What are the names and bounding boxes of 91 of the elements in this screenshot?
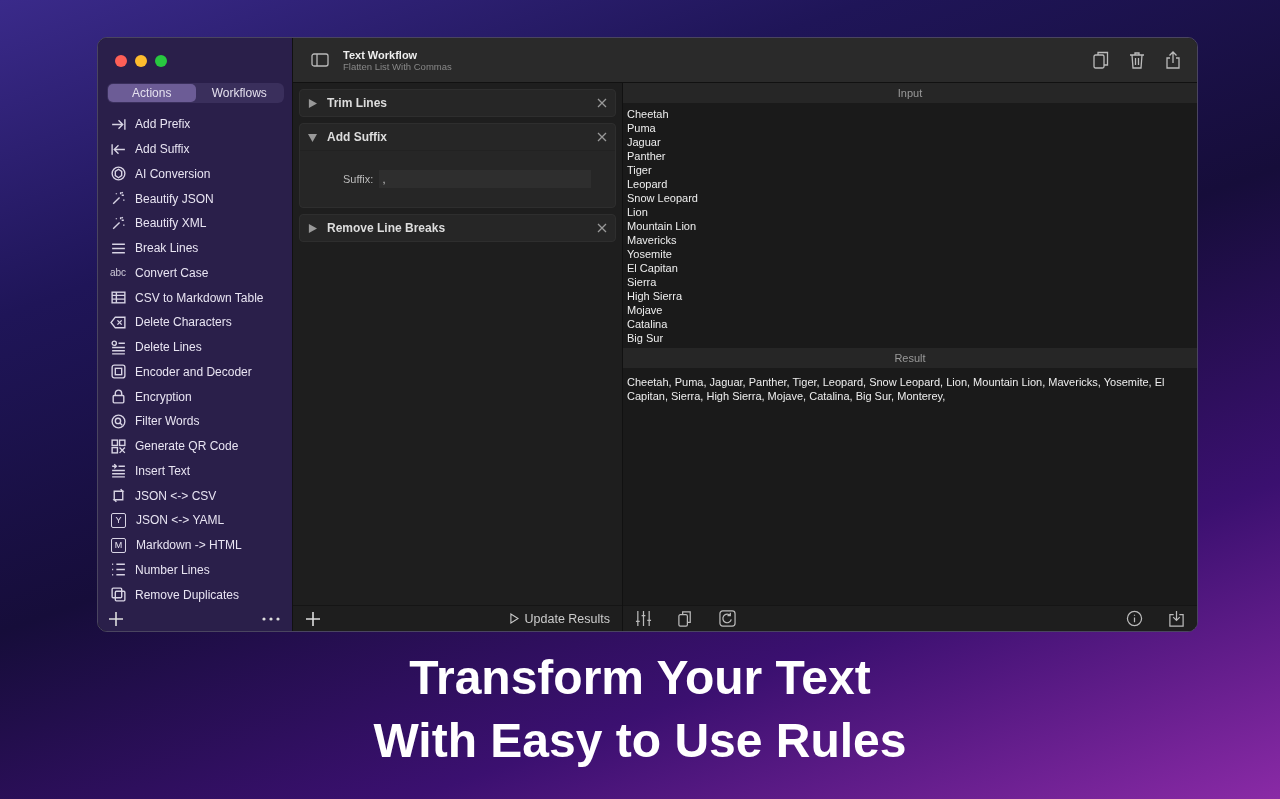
pane-header: Input <box>623 83 1197 103</box>
action-icon <box>110 412 127 430</box>
action-icon <box>110 313 127 331</box>
expanded-triangle-icon[interactable] <box>308 132 317 142</box>
zoom-button[interactable] <box>155 55 167 67</box>
action-icon <box>110 462 127 480</box>
action-item[interactable]: Remove Duplicates <box>98 582 292 607</box>
input-line: Jaguar <box>627 135 662 149</box>
action-item[interactable]: Number Lines <box>98 557 292 583</box>
input-line: Mavericks <box>627 233 678 247</box>
input-line: Lion <box>627 205 649 219</box>
step-title: Add Suffix <box>327 130 388 144</box>
abc-icon: abc <box>110 267 127 279</box>
remove-icon[interactable] <box>597 223 607 233</box>
info-icon[interactable] <box>1126 610 1143 627</box>
action-item[interactable]: JSON <-> CSV <box>98 483 292 508</box>
input-text-area[interactable]: Cheetah Puma Jaguar Panther Tiger Leopard Snow Leopard Lion Mountain Lion Mavericks Yosemite El Capitan Sierra High Sierra Mojave Catalina Big Sur <box>623 103 1197 348</box>
sliders-icon[interactable] <box>635 610 652 627</box>
input-line: Mountain Lion <box>627 219 698 233</box>
action-icon <box>110 437 127 455</box>
input-line: Catalina <box>627 317 669 331</box>
input-line: Snow Leopard <box>627 191 699 205</box>
action-icon <box>110 289 127 307</box>
action-item[interactable]: Beautify JSON <box>98 186 292 211</box>
share-icon[interactable] <box>1165 51 1181 69</box>
action-item[interactable]: Add Prefix <box>98 112 292 137</box>
letter-box-icon: M <box>111 537 126 553</box>
play-icon <box>509 613 519 624</box>
action-item[interactable]: CSV to Markdown Table <box>98 285 292 310</box>
close-button[interactable] <box>115 55 127 67</box>
input-line: High Sierra <box>627 289 684 303</box>
step-title: Trim Lines <box>327 96 389 110</box>
action-item[interactable]: Beautify XML <box>98 211 292 236</box>
download-icon[interactable] <box>1168 610 1185 627</box>
trash-icon[interactable] <box>1129 51 1145 69</box>
result-text: Cheetah, Puma, Jaguar, Panther, Tiger, Leopard, Snow Leopard, Lion, Mountain Lion, Mavericks, Yosemite, El Capitan, Sierra, High Sierra, Mojave, Catalina, Big Sur, Monterey, <box>627 375 1166 403</box>
action-item[interactable]: Y JSON <-> YAML <box>98 508 292 533</box>
input-line: El Capitan <box>627 261 679 275</box>
input-line: Mojave <box>627 303 664 317</box>
suffix-field[interactable]: , <box>379 170 592 188</box>
copy-icon[interactable] <box>1093 51 1109 69</box>
action-item[interactable]: Generate QR Code <box>98 433 292 459</box>
action-item[interactable]: M Markdown -> HTML <box>98 532 292 558</box>
collapsed-triangle-icon[interactable] <box>308 98 317 108</box>
input-line: Sierra <box>627 275 658 289</box>
remove-icon[interactable] <box>597 132 607 142</box>
action-item[interactable]: Insert Text <box>98 458 292 484</box>
update-results-button[interactable]: Update Results <box>509 611 610 626</box>
input-line: Leopard <box>627 177 669 191</box>
action-icon <box>110 363 127 381</box>
input-line: Tiger <box>627 163 653 177</box>
copy-icon[interactable] <box>677 610 694 627</box>
sidebar-tab[interactable]: Actions <box>108 84 196 102</box>
action-icon <box>110 586 127 604</box>
field-label: Suffix: <box>343 173 374 185</box>
action-item[interactable]: abc Convert Case <box>98 260 292 286</box>
action-item[interactable]: Encryption <box>98 384 292 409</box>
letter-box-icon: Y <box>111 512 126 528</box>
action-item[interactable]: Delete Lines <box>98 334 292 360</box>
refresh-icon[interactable] <box>719 610 736 627</box>
collapsed-triangle-icon[interactable] <box>308 223 317 233</box>
action-item[interactable]: Encoder and Decoder <box>98 359 292 385</box>
add-icon[interactable] <box>305 610 321 627</box>
action-item[interactable]: AI Conversion <box>98 161 292 187</box>
input-line: Panther <box>627 149 667 163</box>
sidebar-toggle-icon[interactable] <box>311 53 329 67</box>
add-icon[interactable] <box>108 611 124 627</box>
action-icon <box>110 388 127 406</box>
action-icon <box>110 561 127 579</box>
headline-text: Transform Your Text <box>409 650 871 706</box>
action-icon <box>110 165 127 183</box>
input-line: Cheetah <box>627 107 670 121</box>
input-line: Yosemite <box>627 247 673 261</box>
action-icon <box>110 214 127 232</box>
action-item[interactable]: Delete Characters <box>98 310 292 335</box>
headline-text: With Easy to Use Rules <box>373 713 907 769</box>
action-item[interactable]: Add Suffix <box>98 136 292 162</box>
minimize-button[interactable] <box>135 55 147 67</box>
window-title: Text Workflow <box>343 48 419 61</box>
step-title: Remove Line Breaks <box>327 221 447 235</box>
action-icon <box>110 487 127 505</box>
remove-icon[interactable] <box>597 98 607 108</box>
input-line: Puma <box>627 121 657 135</box>
action-icon <box>110 338 127 356</box>
sidebar-tab[interactable]: Workflows <box>195 84 283 102</box>
more-icon[interactable] <box>262 617 280 621</box>
window-subtitle: Flatten List With Commas <box>343 60 452 72</box>
input-line: Big Sur <box>627 331 665 345</box>
pane-header: Result <box>623 348 1197 368</box>
action-item[interactable]: Filter Words <box>98 409 292 434</box>
action-item[interactable]: Break Lines <box>98 235 292 261</box>
